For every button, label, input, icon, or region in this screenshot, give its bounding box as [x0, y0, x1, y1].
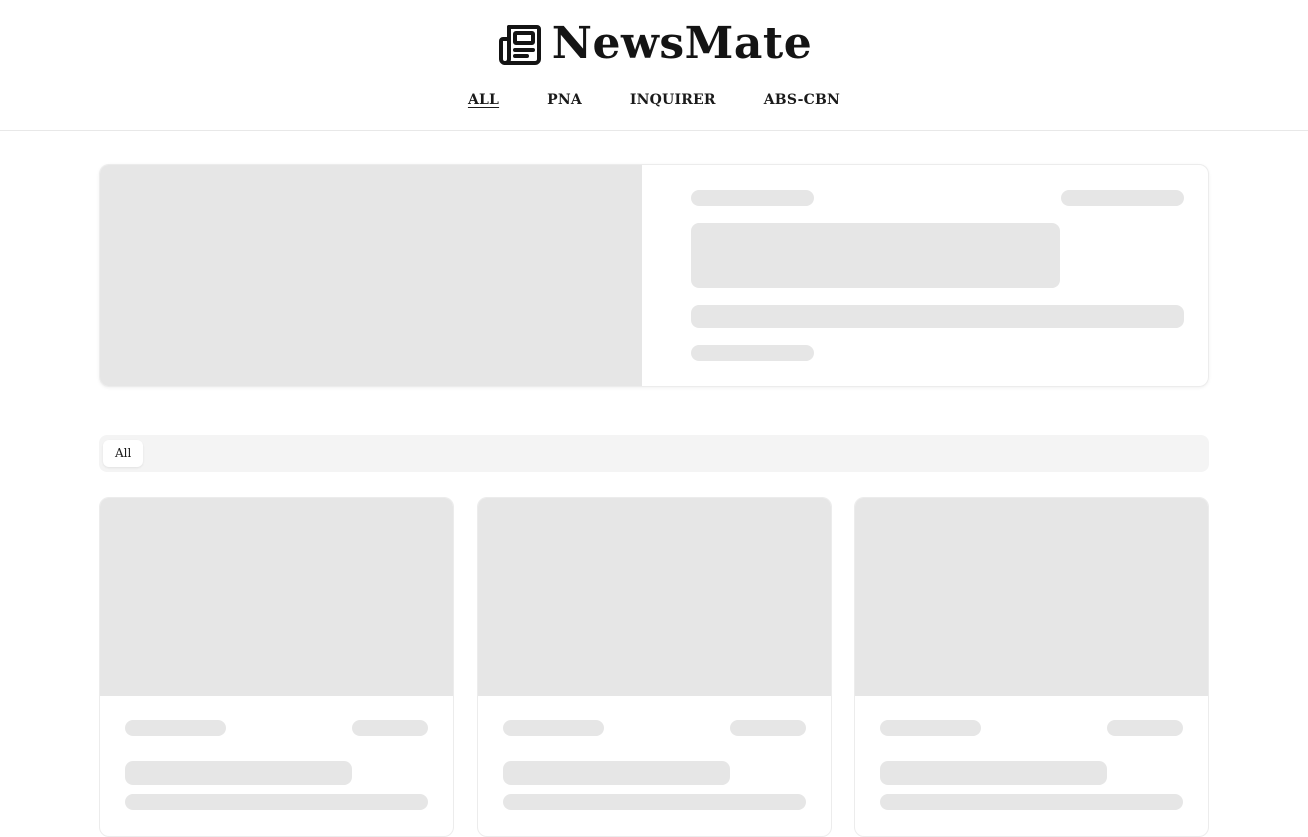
nav-item-inquirer[interactable]: INQUIRER: [630, 92, 716, 108]
featured-title-placeholder: [691, 223, 1060, 288]
card-summary-placeholder: [503, 794, 806, 810]
card-source-placeholder: [125, 720, 226, 736]
source-nav: ALL PNA INQUIRER ABS-CBN: [0, 92, 1308, 108]
featured-summary-placeholder: [691, 305, 1184, 328]
card-summary-placeholder: [880, 794, 1183, 810]
nav-item-abs-cbn[interactable]: ABS-CBN: [764, 92, 840, 108]
card-date-placeholder: [352, 720, 428, 736]
newspaper-icon: [496, 20, 544, 68]
featured-source-placeholder: [691, 190, 814, 206]
card-date-placeholder: [730, 720, 806, 736]
nav-item-all[interactable]: ALL: [468, 92, 499, 108]
article-card-skeleton: [854, 497, 1209, 837]
card-source-placeholder: [880, 720, 981, 736]
category-filter-bar: All: [99, 435, 1209, 472]
site-header: NewsMate ALL PNA INQUIRER ABS-CBN: [0, 0, 1308, 131]
site-title: NewsMate: [551, 18, 813, 69]
card-summary-placeholder: [125, 794, 428, 810]
featured-image-placeholder: [100, 165, 642, 386]
card-image-placeholder: [100, 498, 453, 696]
card-image-placeholder: [478, 498, 831, 696]
nav-item-pna[interactable]: PNA: [547, 92, 582, 108]
card-date-placeholder: [1107, 720, 1183, 736]
featured-meta-placeholder: [691, 345, 814, 361]
featured-date-placeholder: [1061, 190, 1184, 206]
card-title-placeholder: [880, 761, 1107, 785]
filter-chip-all[interactable]: All: [103, 440, 144, 467]
card-source-placeholder: [503, 720, 604, 736]
card-title-placeholder: [125, 761, 352, 785]
article-card-skeleton: [99, 497, 454, 837]
card-image-placeholder: [855, 498, 1208, 696]
article-card-skeleton: [477, 497, 832, 837]
featured-article-skeleton: [99, 164, 1209, 387]
brand[interactable]: NewsMate: [0, 14, 1308, 74]
card-title-placeholder: [503, 761, 730, 785]
